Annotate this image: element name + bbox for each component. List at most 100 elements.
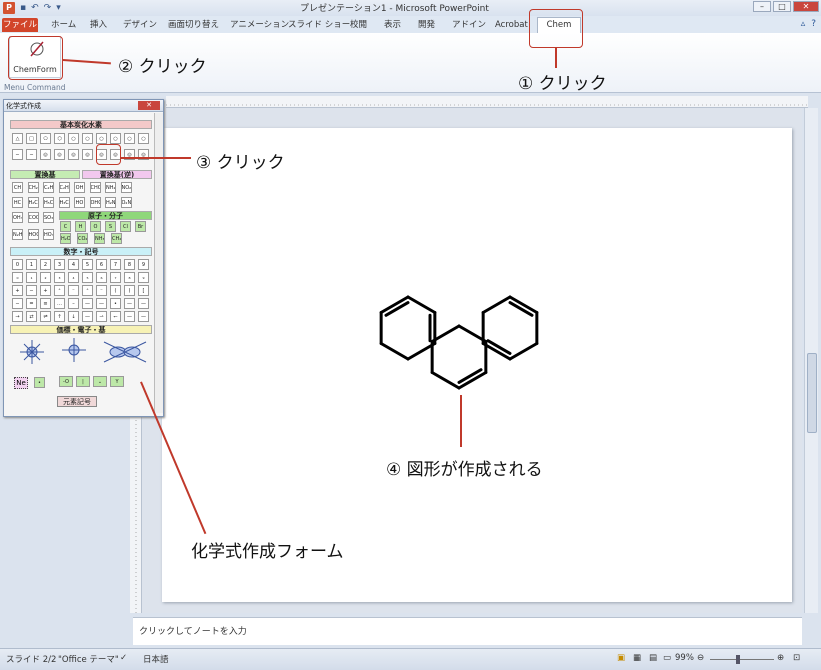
symbol-button[interactable]: 2 [40,259,51,270]
slide-canvas[interactable] [162,128,792,602]
customize-qat-icon[interactable]: ▾ [56,3,61,13]
symbol-button[interactable]: ⇄ [26,311,37,322]
symbol-button[interactable]: ₅ [82,272,93,283]
substituent-reverse-button[interactable]: H₃C₂ [58,197,70,208]
symbol-button[interactable]: ( [110,285,121,296]
symbol-button[interactable]: … [54,298,65,309]
symbol-button[interactable]: ₈ [124,272,135,283]
symbol-button[interactable]: − [12,298,23,309]
hydrocarbon-shape-button[interactable]: ○ [110,133,121,144]
bond-y-button[interactable]: Y [110,376,124,387]
substituent-button[interactable]: C₂H₅ [43,182,54,193]
zoom-slider-thumb[interactable] [736,655,740,664]
zoom-in-icon[interactable]: ⊕ [777,653,784,663]
symbol-button[interactable]: ↓ [68,311,79,322]
substituent-button[interactable]: CH₂ [27,182,39,193]
maximize-button[interactable]: □ [773,1,791,12]
normal-view-icon[interactable]: ▣ [617,653,625,663]
redo-icon[interactable]: ↷ [44,3,52,13]
symbol-button[interactable]: ↽ [110,311,121,322]
substituent-reverse-button[interactable]: H₂N [105,197,116,208]
substituent-button[interactable]: COOH [27,212,39,223]
substituent-reverse-button[interactable]: OHC [89,197,101,208]
slideshow-view-icon[interactable]: ▭ [663,653,671,663]
symbol-button[interactable]: 3 [54,259,65,270]
symbol-button[interactable]: 0 [12,259,23,270]
hydrocarbon-shape-button[interactable]: ∼ [12,149,23,160]
symbol-button[interactable]: ₀ [12,272,23,283]
symbol-button[interactable]: — [138,311,149,322]
symbol-button[interactable]: ₄ [68,272,79,283]
symbol-button[interactable]: [ [138,285,149,296]
symbol-button[interactable]: ⇌ [40,311,51,322]
zoom-out-icon[interactable]: ⊖ [697,653,704,663]
symbol-button[interactable]: − [26,285,37,296]
element-symbol-button[interactable]: 元素記号 [57,396,97,407]
symbol-button[interactable]: 8 [124,259,135,270]
symbol-button[interactable]: 5 [82,259,93,270]
tab-insert[interactable]: 挿入 [90,18,107,32]
symbol-button[interactable]: — [124,298,135,309]
palette-close-button[interactable]: ✕ [138,101,160,110]
tab-animations[interactable]: アニメーション [230,18,289,32]
dot-button[interactable]: • [34,377,45,388]
phenanthrene-structure[interactable] [162,128,792,602]
tab-transitions[interactable]: 画面切り替え [168,18,219,32]
symbol-button[interactable]: ⁻ [96,285,107,296]
close-button[interactable]: ✕ [793,1,819,12]
hydrocarbon-shape-button[interactable]: ○ [68,133,79,144]
notes-pane[interactable]: クリックしてノートを入力 [133,617,802,645]
tab-acrobat[interactable]: Acrobat [495,18,528,32]
hydrocarbon-shape-button[interactable]: ⬡ [54,133,65,144]
tab-slideshow[interactable]: スライド ショー [288,18,350,32]
undo-icon[interactable]: ↶ [31,3,39,13]
substituent-button[interactable]: C₂H₃ [58,182,70,193]
minimize-button[interactable]: – [753,1,771,12]
symbol-button[interactable]: ↑ [54,311,65,322]
symbol-button[interactable]: ₂ [40,272,51,283]
hydrocarbon-shape-button[interactable]: □ [26,133,37,144]
tab-design[interactable]: デザイン [123,18,157,32]
help-icon[interactable]: ? [811,19,816,29]
hydrocarbon-shape-button[interactable]: ○ [124,133,135,144]
hydrocarbon-shape-button[interactable]: ○ [138,133,149,144]
hydrocarbon-shape-button[interactable]: ∽ [26,149,37,160]
symbol-button[interactable]: 9 [138,259,149,270]
atom-button[interactable]: O [90,221,101,232]
symbol-button[interactable]: — [96,298,107,309]
zoom-slider[interactable] [710,659,774,660]
symbol-button[interactable]: ⁺ [82,285,93,296]
symbol-button[interactable]: ⇀ [96,311,107,322]
symbol-button[interactable]: 4 [68,259,79,270]
symbol-button[interactable]: – [68,298,79,309]
symbol-button[interactable]: • [110,298,121,309]
substituent-reverse-button[interactable]: H₅C₂ [43,197,54,208]
vertical-scrollbar[interactable] [804,108,818,613]
zoom-level[interactable]: 99% [675,653,694,663]
atom-button[interactable]: Cl [120,221,131,232]
tab-developer[interactable]: 開発 [418,18,435,32]
tab-home[interactable]: ホーム [51,18,76,32]
hydrocarbon-shape-button[interactable]: ◎ [82,149,93,160]
molecule-button[interactable]: H₂O [60,233,71,244]
symbol-button[interactable]: + [12,285,23,296]
symbol-button[interactable]: ⁻ [68,285,79,296]
substituent-button[interactable]: CH [12,182,23,193]
language-indicator[interactable]: 日本語 [143,653,169,665]
atom-button[interactable]: C [60,221,71,232]
bond-vertical-button[interactable]: | [76,376,90,387]
molecule-button[interactable]: NH₃ [94,233,105,244]
radical-button[interactable]: -O [59,376,73,387]
substituent-button[interactable]: NO₂ [120,182,132,193]
symbol-button[interactable]: ₇ [110,272,121,283]
substituent-button[interactable]: NH₂ [105,182,116,193]
symbol-button[interactable]: = [26,298,37,309]
symbol-button[interactable]: ) [124,285,135,296]
substituent-button[interactable]: HO₃S [43,229,54,240]
symbol-button[interactable]: ⁺ [54,285,65,296]
minimize-ribbon-icon[interactable]: ▵ [801,19,806,29]
substituent-button[interactable]: OH₃N [12,212,23,223]
substituent-button[interactable]: OH [74,182,85,193]
symbol-button[interactable]: ≡ [40,298,51,309]
theme-indicator[interactable]: "Office テーマ" [58,653,119,665]
